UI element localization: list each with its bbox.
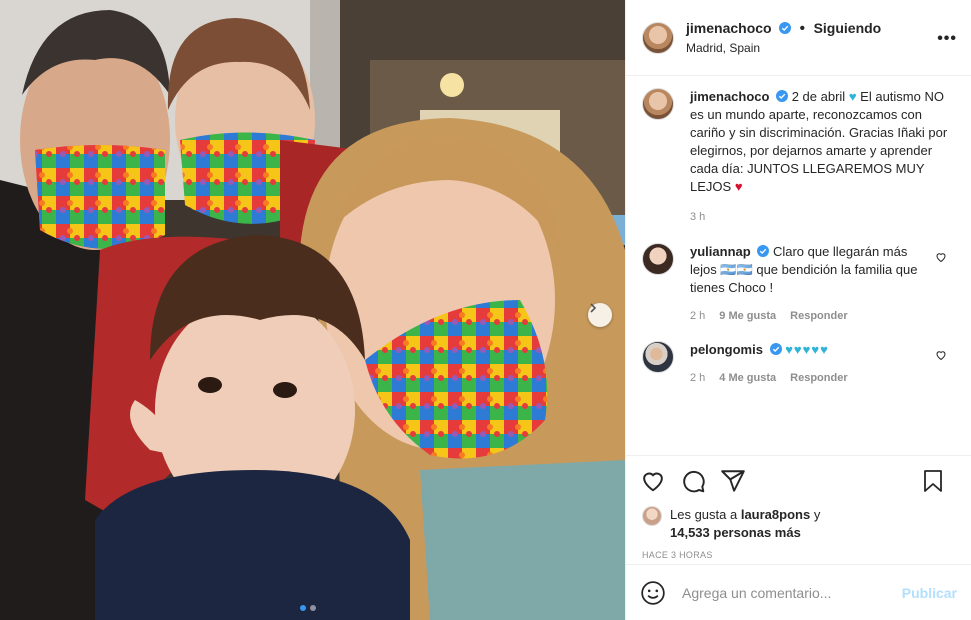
photo-illustration: [0, 0, 625, 620]
share-send-icon[interactable]: [720, 468, 746, 494]
action-icons: [626, 456, 971, 506]
carousel-dot-active: [300, 605, 306, 611]
follow-status-button[interactable]: Siguiendo: [814, 20, 882, 36]
post-location[interactable]: Madrid, Spain: [686, 41, 881, 55]
reply-button[interactable]: Responder: [790, 369, 847, 387]
author-username[interactable]: jimenachoco: [686, 20, 772, 36]
bookmark-save-icon[interactable]: [921, 468, 945, 494]
caption: jimenachoco 2 de abril ♥ El autismo NO e…: [642, 88, 955, 226]
verified-badge-icon: [769, 343, 782, 355]
comment-text: ♥♥♥♥♥: [785, 342, 829, 357]
comment-meta: 2 h 4 Me gusta Responder: [690, 369, 925, 387]
verified-badge-icon: [757, 245, 770, 257]
comment-bubble-icon[interactable]: [680, 468, 706, 494]
comments-section: jimenachoco 2 de abril ♥ El autismo NO e…: [642, 88, 955, 387]
comment-username[interactable]: pelongomis: [690, 342, 763, 357]
publish-button[interactable]: Publicar: [902, 585, 957, 601]
caption-text: El autismo NO es un mundo aparte, recono…: [690, 89, 948, 194]
likes-summary: Les gusta a laura8pons y 14,533 personas…: [626, 506, 971, 542]
likes-connector: y: [813, 507, 821, 522]
red-heart-emoji: ♥: [734, 179, 743, 194]
like-comment-heart-icon[interactable]: [935, 251, 947, 263]
author-avatar[interactable]: [642, 21, 674, 54]
likes-count-link[interactable]: 14,533 personas más: [670, 525, 801, 540]
carousel-dots: [300, 605, 316, 611]
comment-meta: 2 h 9 Me gusta Responder: [690, 307, 925, 325]
likes-text: Les gusta a laura8pons y 14,533 personas…: [670, 506, 820, 542]
comment-composer: Publicar: [626, 564, 971, 620]
like-comment-heart-icon[interactable]: [935, 349, 947, 361]
comment-item: pelongomis ♥♥♥♥♥ 2 h 4 Me gusta Responde…: [642, 341, 955, 387]
comment-likes-link[interactable]: 9 Me gusta: [719, 307, 776, 325]
post-side-panel: jimenachoco • Siguiendo Madrid, Spain ••…: [625, 0, 971, 620]
comment-body: yuliannap Claro que llegarán más lejos 🇦…: [690, 243, 955, 325]
commenter-avatar[interactable]: [642, 341, 674, 373]
liker-avatar[interactable]: [642, 506, 662, 526]
emoji-smiley-icon[interactable]: [640, 580, 666, 606]
comment-input[interactable]: [682, 584, 902, 601]
like-heart-icon[interactable]: [640, 468, 666, 494]
chevron-right-icon: [590, 303, 597, 313]
caption-meta: 3 h: [690, 208, 955, 226]
likes-prefix: Les gusta a: [670, 507, 738, 522]
comment-age: 2 h: [690, 310, 706, 322]
caption-date: 2 de abril: [791, 89, 846, 104]
caption-username[interactable]: jimenachoco: [690, 89, 769, 104]
carousel-dot: [310, 605, 316, 611]
caption-age: 3 h: [690, 211, 706, 223]
post-actions: Les gusta a laura8pons y 14,533 personas…: [626, 455, 971, 560]
liker-username[interactable]: laura8pons: [741, 507, 810, 522]
caption-avatar[interactable]: [642, 88, 674, 120]
cyan-heart-emoji: ♥: [848, 89, 857, 104]
comment-body: pelongomis ♥♥♥♥♥ 2 h 4 Me gusta Responde…: [690, 341, 955, 387]
author-info: jimenachoco • Siguiendo Madrid, Spain: [686, 20, 881, 55]
header-separator: •: [799, 20, 806, 37]
reply-button[interactable]: Responder: [790, 307, 847, 325]
commenter-avatar[interactable]: [642, 243, 674, 275]
verified-badge-icon: [779, 22, 792, 34]
comment-age: 2 h: [690, 372, 706, 384]
verified-badge-icon: [776, 90, 789, 102]
comment-username[interactable]: yuliannap: [690, 244, 751, 259]
more-options-icon[interactable]: •••: [937, 30, 957, 48]
comment-likes-link[interactable]: 4 Me gusta: [719, 369, 776, 387]
carousel-next-button[interactable]: [588, 303, 612, 327]
comment-item: yuliannap Claro que llegarán más lejos 🇦…: [642, 243, 955, 325]
caption-body: jimenachoco 2 de abril ♥ El autismo NO e…: [690, 88, 955, 226]
post-photo[interactable]: [0, 0, 625, 620]
post-timestamp[interactable]: Hace 3 horas: [626, 542, 971, 560]
post-header: jimenachoco • Siguiendo Madrid, Spain ••…: [626, 0, 971, 76]
